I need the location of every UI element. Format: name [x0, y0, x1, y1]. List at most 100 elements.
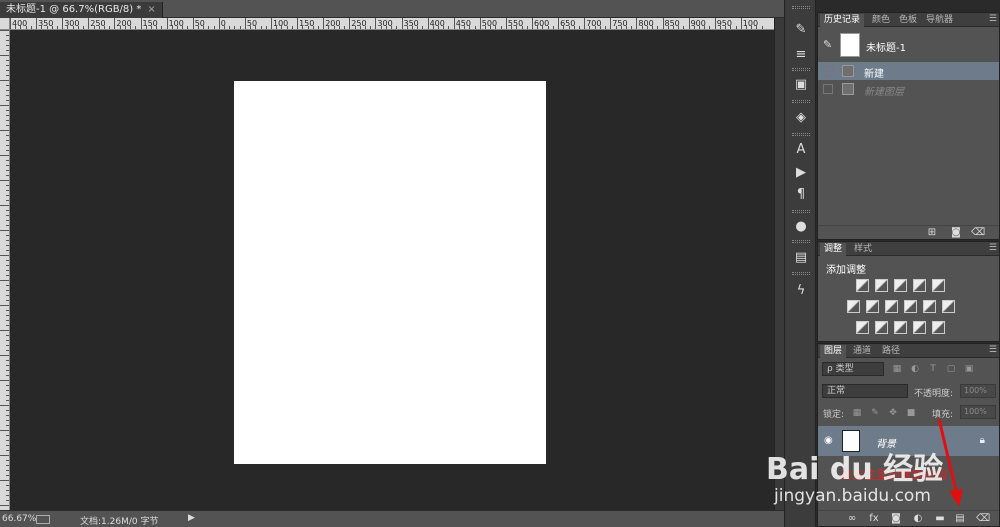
- new-layer-icon[interactable]: ▤: [954, 513, 966, 524]
- camera-snapshot-icon[interactable]: ◙: [950, 227, 962, 238]
- lock-brush-icon[interactable]: ✎: [870, 408, 880, 418]
- selective-color-icon[interactable]: [913, 321, 926, 334]
- strip-grip[interactable]: [792, 6, 810, 9]
- sliders-icon[interactable]: ≡: [791, 45, 811, 65]
- tab-paths[interactable]: 路径: [878, 345, 904, 358]
- panel-menu-icon[interactable]: ☰: [989, 243, 997, 253]
- ruler-tick: [244, 18, 246, 29]
- ruler-tick: [0, 55, 9, 56]
- tab-adjustments[interactable]: 调整: [820, 243, 847, 256]
- ruler-tick: [625, 26, 627, 29]
- lightning-icon[interactable]: ϟ: [791, 281, 811, 301]
- strip-grip[interactable]: [792, 240, 810, 243]
- lock-all-icon[interactable]: ■: [906, 408, 916, 418]
- tab-styles[interactable]: 样式: [850, 243, 876, 256]
- fx-icon[interactable]: fx: [868, 513, 880, 524]
- history-state-new[interactable]: 新建: [818, 62, 999, 80]
- ruler-tick: [6, 345, 9, 346]
- document-icon: [842, 65, 854, 77]
- folder-icon[interactable]: ▬: [934, 513, 946, 524]
- character-icon[interactable]: A: [791, 140, 811, 160]
- close-tab-icon[interactable]: ×: [147, 4, 155, 15]
- horizontal-ruler[interactable]: 400 350 300 250 200 150 100 50 0 50 100 150 200 250 30…: [10, 18, 774, 30]
- strip-grip[interactable]: [792, 133, 810, 136]
- levels-icon[interactable]: [875, 279, 888, 292]
- brightness-icon[interactable]: [856, 279, 869, 292]
- ruler-tick: [396, 26, 398, 29]
- history-source-checkbox[interactable]: [823, 66, 833, 76]
- image-icon[interactable]: ▤: [791, 248, 811, 268]
- paragraph-icon[interactable]: ¶: [791, 185, 811, 205]
- ruler-tick: [156, 26, 158, 29]
- photo-filter-icon[interactable]: [904, 300, 917, 313]
- opacity-input[interactable]: 100%: [960, 384, 996, 398]
- tab-layers[interactable]: 图层: [820, 345, 847, 358]
- layer-filter-type[interactable]: ρ 类型: [822, 362, 884, 376]
- color-balance-icon[interactable]: [866, 300, 879, 313]
- tab-history[interactable]: 历史记录: [820, 14, 865, 27]
- ruler-tick: [6, 445, 9, 446]
- exposure-icon[interactable]: [913, 279, 926, 292]
- black-white-icon[interactable]: [885, 300, 898, 313]
- ruler-tick: [6, 435, 9, 436]
- panel-menu-icon[interactable]: ☰: [989, 14, 997, 24]
- blend-mode-select[interactable]: 正常: [822, 384, 908, 398]
- link-icon[interactable]: ∞: [846, 513, 858, 524]
- history-brush-icon[interactable]: ✎: [791, 20, 811, 40]
- vertical-scrollbar[interactable]: [774, 18, 784, 510]
- kuler-icon[interactable]: ●: [791, 217, 811, 237]
- curves-icon[interactable]: [894, 279, 907, 292]
- tab-color[interactable]: 颜色: [868, 14, 894, 27]
- ruler-tick: [578, 26, 580, 29]
- canvas-workspace[interactable]: [10, 30, 774, 510]
- brush-presets-icon[interactable]: ▣: [791, 75, 811, 95]
- strip-grip[interactable]: [792, 68, 810, 71]
- ruler-tick: [370, 26, 372, 29]
- type-filter-icon[interactable]: T: [928, 364, 938, 374]
- posterize-icon[interactable]: [875, 321, 888, 334]
- shape-filter-icon[interactable]: ▢: [946, 364, 956, 374]
- trash-icon[interactable]: ⌫: [971, 227, 985, 238]
- lock-transparent-icon[interactable]: ▦: [852, 408, 862, 418]
- ruler-tick: [6, 225, 9, 226]
- tab-channels[interactable]: 通道: [849, 345, 875, 358]
- tab-swatches[interactable]: 色板: [895, 14, 921, 27]
- ruler-tick: [0, 80, 9, 81]
- threshold-icon[interactable]: [894, 321, 907, 334]
- fill-input[interactable]: 100%: [960, 405, 996, 419]
- strip-grip[interactable]: [792, 210, 810, 213]
- document-tab[interactable]: 未标题-1 @ 66.7%(RGB/8) * ×: [0, 2, 163, 18]
- gradient-map-icon[interactable]: [932, 321, 945, 334]
- ruler-tick: [401, 18, 403, 29]
- history-brush-source-icon[interactable]: ✎: [823, 38, 837, 52]
- ruler-tick: [657, 26, 659, 29]
- panel-menu-icon[interactable]: ☰: [989, 345, 997, 355]
- vertical-ruler[interactable]: [0, 30, 10, 510]
- new-document-from-state-icon[interactable]: ⊞: [926, 227, 938, 238]
- adjustment-filter-icon[interactable]: ◐: [910, 364, 920, 374]
- tab-navigator[interactable]: 导航器: [922, 14, 957, 27]
- history-snapshot[interactable]: ✎ 未标题-1: [818, 30, 999, 60]
- history-state-new-layer[interactable]: 新建图层: [818, 80, 999, 98]
- ruler-tick: [6, 395, 9, 396]
- pixel-filter-icon[interactable]: ▦: [892, 364, 902, 374]
- channel-mixer-icon[interactable]: [923, 300, 936, 313]
- document-canvas[interactable]: [234, 81, 546, 464]
- 3d-cube-icon[interactable]: ◈: [791, 108, 811, 128]
- strip-grip[interactable]: [792, 272, 810, 275]
- ruler-tick: [693, 26, 695, 29]
- lock-move-icon[interactable]: ✥: [888, 408, 898, 418]
- hue-saturation-icon[interactable]: [847, 300, 860, 313]
- invert-icon[interactable]: [856, 321, 869, 334]
- play-icon[interactable]: ▶: [791, 163, 811, 183]
- vibrance-icon[interactable]: [932, 279, 945, 292]
- adjustment-icon[interactable]: ◐: [912, 513, 924, 524]
- mask-icon[interactable]: ◙: [890, 513, 902, 524]
- strip-grip[interactable]: [792, 100, 810, 103]
- trash-icon[interactable]: ⌫: [976, 513, 990, 524]
- history-source-checkbox[interactable]: [823, 84, 833, 94]
- zoom-level[interactable]: 66.67%: [2, 514, 36, 524]
- smart-object-filter-icon[interactable]: ▣: [964, 364, 974, 374]
- status-menu-arrow[interactable]: ▶: [188, 513, 195, 523]
- color-lookup-icon[interactable]: [942, 300, 955, 313]
